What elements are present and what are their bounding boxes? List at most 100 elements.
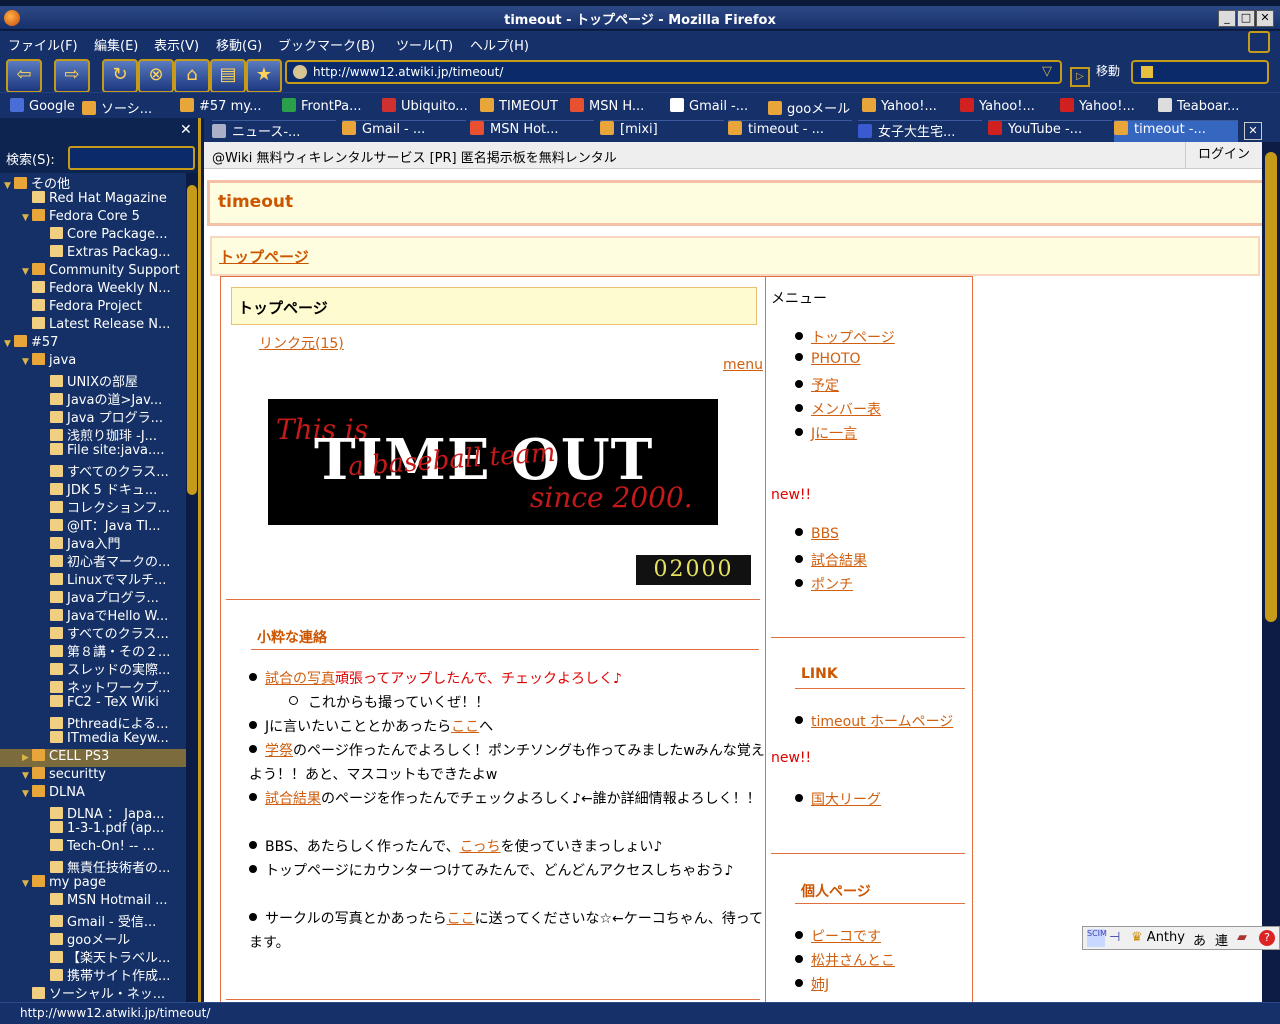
help-icon[interactable]: ? bbox=[1259, 930, 1275, 946]
bookmark-social[interactable]: ソーシ... bbox=[82, 98, 152, 117]
bookmark-item[interactable]: Fedora Project bbox=[0, 299, 198, 317]
sidebar-scrollbar[interactable] bbox=[186, 173, 198, 1002]
bookmark-item[interactable]: 【楽天トラベル... bbox=[0, 947, 198, 965]
bookmark-item[interactable]: ネットワークプ... bbox=[0, 677, 198, 695]
login-link[interactable]: ログイン bbox=[1185, 142, 1262, 168]
news-link[interactable]: ここ bbox=[447, 911, 475, 927]
bookmark-google[interactable]: Google bbox=[10, 98, 75, 114]
print-button[interactable]: ▤ bbox=[210, 59, 246, 93]
bookmark-item[interactable]: Extras Packag... bbox=[0, 245, 198, 263]
bookmark-item[interactable]: Latest Release N... bbox=[0, 317, 198, 335]
bookmark-item[interactable]: ITmedia Keyw... bbox=[0, 731, 198, 749]
minimize-button[interactable]: _ bbox=[1218, 10, 1236, 27]
tab-youtube[interactable]: YouTube -... bbox=[988, 120, 1112, 143]
wiki-ad-text[interactable]: @Wiki 無料ウィキレンタルサービス [PR] 匿名掲示板を無料レンタル bbox=[212, 147, 617, 166]
bookmark-msn[interactable]: MSN H... bbox=[570, 98, 644, 114]
menu-help[interactable]: ヘルプ(H) bbox=[470, 35, 529, 54]
close-window-button[interactable]: ✕ bbox=[1256, 10, 1274, 27]
bookmark-item[interactable]: @IT：Java TI... bbox=[0, 515, 198, 533]
bookmark-item[interactable]: Javaプログラ... bbox=[0, 587, 198, 605]
page-title-link[interactable]: トップページ bbox=[219, 246, 309, 267]
side-new-link[interactable]: BBS bbox=[811, 526, 839, 542]
tab-mixi[interactable]: [mixi] bbox=[600, 120, 724, 143]
menu-tools[interactable]: ツール(T) bbox=[396, 35, 453, 54]
bookmark-folder[interactable]: ▼ Fedora Core 5 bbox=[0, 209, 198, 227]
bookmark-item[interactable]: 携帯サイト作成... bbox=[0, 965, 198, 983]
bookmark-item[interactable]: Javaの道>Jav... bbox=[0, 389, 198, 407]
maximize-button[interactable]: □ bbox=[1237, 10, 1255, 27]
bookmark-item[interactable]: すべてのクラス... bbox=[0, 461, 198, 479]
backlinks-link[interactable]: リンク元(15) bbox=[259, 333, 344, 353]
bookmark-item[interactable]: File site:java.... bbox=[0, 443, 198, 461]
back-button[interactable]: ⇦ bbox=[6, 59, 42, 93]
bookmark-ubiquito[interactable]: Ubiquito... bbox=[382, 98, 468, 114]
bookmark-item[interactable]: 1-3-1.pdf (ap... bbox=[0, 821, 198, 839]
news-link[interactable]: こっち bbox=[460, 839, 501, 855]
bookmark-item[interactable]: UNIXの部屋 bbox=[0, 371, 198, 389]
home-button[interactable]: ⌂ bbox=[174, 59, 210, 93]
homepage-link[interactable]: timeout ホームページ bbox=[811, 714, 953, 730]
bookmark-item[interactable]: Gmail - 受信... bbox=[0, 911, 198, 929]
bookmark-frontpage[interactable]: FrontPa... bbox=[282, 98, 362, 114]
side-menu-link[interactable]: メンバー表 bbox=[811, 402, 881, 418]
bookmark-item[interactable]: スレッドの実際... bbox=[0, 659, 198, 677]
search-engine-box[interactable] bbox=[1131, 60, 1269, 84]
bookmark-item[interactable]: Fedora Weekly N... bbox=[0, 281, 198, 299]
league-link[interactable]: 国大リーグ bbox=[811, 792, 881, 808]
content-scrollbar[interactable] bbox=[1262, 142, 1280, 1002]
bookmark-item[interactable]: 浅煎り珈琲 -J... bbox=[0, 425, 198, 443]
bookmark-item[interactable]: 第８講・その２... bbox=[0, 641, 198, 659]
scrollbar-thumb[interactable] bbox=[187, 185, 197, 495]
menu-view[interactable]: 表示(V) bbox=[154, 35, 199, 54]
bookmark-folder[interactable]: ▼ その他 bbox=[0, 173, 190, 191]
personal-link[interactable]: 姉J bbox=[811, 977, 829, 993]
bookmark-item[interactable]: Java入門 bbox=[0, 533, 198, 551]
reload-button[interactable]: ↻ bbox=[102, 59, 138, 93]
menu-file[interactable]: ファイル(F) bbox=[8, 35, 78, 54]
side-new-link[interactable]: 試合結果 bbox=[811, 553, 867, 569]
scim-icon[interactable]: SCIM bbox=[1087, 929, 1107, 947]
bookmark-star-button[interactable]: ★ bbox=[246, 59, 282, 93]
tab-gmail[interactable]: Gmail - ... bbox=[342, 120, 466, 143]
tab-news[interactable]: ニュース-... bbox=[212, 120, 336, 143]
input-mode[interactable]: あ bbox=[1193, 930, 1206, 949]
tab-msn[interactable]: MSN Hot... bbox=[470, 120, 594, 143]
bookmark-item[interactable]: すべてのクラス... bbox=[0, 623, 198, 641]
bookmark-item[interactable]: ソーシャル・ネッ... bbox=[0, 983, 198, 1001]
bookmark-timeout[interactable]: TIMEOUT bbox=[480, 98, 558, 114]
bookmark-folder[interactable]: ▼ java bbox=[0, 353, 198, 371]
bookmark-folder[interactable]: ▼ #57 bbox=[0, 335, 190, 353]
side-menu-link[interactable]: PHOTO bbox=[811, 351, 861, 367]
tab-timeout-active[interactable]: timeout -... bbox=[1114, 120, 1238, 143]
bookmark-item[interactable]: 初心者マークの... bbox=[0, 551, 198, 569]
news-link[interactable]: 試合結果 bbox=[265, 791, 321, 807]
menu-bookmarks[interactable]: ブックマーク(B) bbox=[278, 35, 375, 54]
dropdown-arrow-icon[interactable]: ▽ bbox=[1042, 64, 1052, 79]
bookmark-folder[interactable]: ▼ DLNA bbox=[0, 785, 198, 803]
tab-joshidai[interactable]: 女子大生宅... bbox=[858, 120, 982, 143]
bookmark-item[interactable]: Core Package... bbox=[0, 227, 198, 245]
side-menu-link[interactable]: トップページ bbox=[811, 330, 895, 346]
forward-button[interactable]: ⇨ bbox=[54, 59, 90, 93]
bookmark-item[interactable]: gooメール bbox=[0, 929, 198, 947]
bookmark-folder[interactable]: ▼ my page bbox=[0, 875, 198, 893]
bookmark-57[interactable]: #57 my... bbox=[180, 98, 261, 114]
url-bar[interactable]: http://www12.atwiki.jp/timeout/ ▽ bbox=[285, 60, 1062, 84]
news-link[interactable]: ここ bbox=[451, 719, 479, 735]
bookmark-item[interactable]: Java プログラ... bbox=[0, 407, 198, 425]
bookmark-item[interactable]: Red Hat Magazine bbox=[0, 191, 198, 209]
bookmark-item[interactable]: コレクションフ... bbox=[0, 497, 198, 515]
bookmark-item[interactable]: JavaでHello W... bbox=[0, 605, 198, 623]
bookmark-item[interactable]: Pthreadによる... bbox=[0, 713, 198, 731]
menu-go[interactable]: 移動(G) bbox=[216, 35, 262, 54]
menu-edit[interactable]: 編集(E) bbox=[94, 35, 138, 54]
bookmark-item[interactable]: 無責任技術者の... bbox=[0, 857, 198, 875]
conversion-mode[interactable]: 連 bbox=[1215, 930, 1228, 949]
tab-timeout-1[interactable]: timeout - ... bbox=[728, 120, 852, 143]
bookmark-item[interactable]: Linuxでマルチ... bbox=[0, 569, 198, 587]
bookmark-yahoo-3[interactable]: Yahoo!... bbox=[1060, 98, 1135, 114]
stop-button[interactable]: ⊗ bbox=[138, 59, 174, 93]
bookmark-item[interactable]: Tech-On! -- ... bbox=[0, 839, 198, 857]
bookmark-yahoo-1[interactable]: Yahoo!... bbox=[862, 98, 937, 114]
bookmark-item[interactable]: DLNA ： Japa... bbox=[0, 803, 198, 821]
